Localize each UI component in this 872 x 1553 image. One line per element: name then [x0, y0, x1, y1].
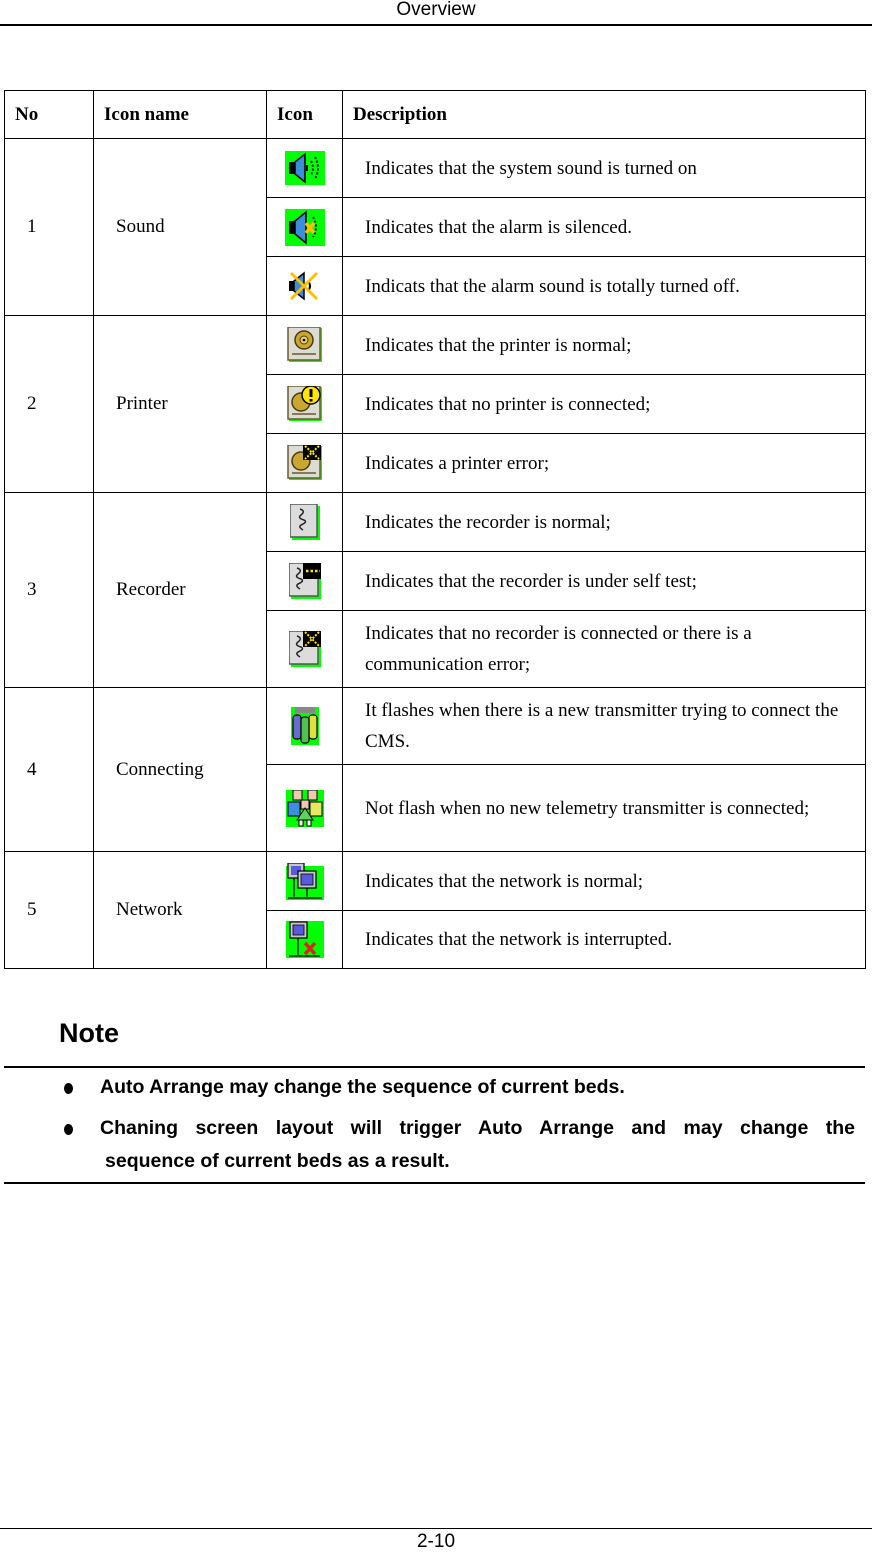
description: Indicates that the alarm is silenced.: [342, 197, 866, 257]
description: Indicates that the network is interrupte…: [342, 910, 866, 969]
printer-error-icon: [286, 445, 322, 480]
description: Indicates that the printer is normal;: [342, 315, 866, 375]
table-row: 1 Sound Indicates that the system sound …: [4, 138, 866, 316]
page-header-title: Overview: [396, 0, 476, 20]
note-box: Auto Arrange may change the sequence of …: [4, 1066, 865, 1184]
alarm-silenced-icon: [284, 208, 325, 246]
table-row: 4 Connecting It flashes when there is a …: [4, 687, 866, 852]
table-row: 2 Printer Indicates that the printer is …: [4, 315, 866, 493]
printer-normal-icon: [286, 327, 322, 362]
network-interrupted-icon: [285, 921, 324, 958]
description: It flashes when there is a new transmitt…: [342, 687, 866, 765]
description: Indicates a printer error;: [342, 433, 866, 493]
printer-not-connected-icon: [286, 386, 322, 421]
description: Indicates the recorder is normal;: [342, 492, 866, 552]
column-header-no: No: [4, 90, 94, 139]
row-number: 3: [4, 492, 94, 688]
row-number: 2: [4, 315, 94, 493]
icon-name: Network: [93, 851, 267, 969]
icon-name: Recorder: [93, 492, 267, 688]
column-header-icon-name: Icon name: [93, 90, 267, 139]
note-item: Chaning screen layout will trigger Auto …: [64, 1111, 855, 1145]
note-text: Chaning screen layout will trigger Auto …: [100, 1117, 855, 1139]
alarm-sound-off-icon: [288, 271, 318, 301]
table-row: 5 Network Indicates that the network is …: [4, 851, 866, 969]
row-number: 5: [4, 851, 94, 969]
page-number: 2-10: [416, 1531, 456, 1552]
status-icons-table: No Icon name Icon Description 1 Sound In…: [4, 90, 866, 969]
note-item: Auto Arrange may change the sequence of …: [64, 1070, 855, 1104]
note-title: Note: [59, 1018, 119, 1048]
column-header-icon: Icon: [266, 90, 343, 139]
recorder-self-test-icon: [288, 563, 321, 599]
bullet-icon: [64, 1083, 73, 1094]
icon-name: Printer: [93, 315, 267, 493]
description: Indicates that the system sound is turne…: [342, 138, 866, 198]
row-number: 1: [4, 138, 94, 316]
recorder-normal-icon: [289, 504, 320, 540]
sound-on-icon: [284, 151, 325, 185]
column-header-description: Description: [342, 90, 866, 139]
page-footer: 2-10: [0, 1528, 872, 1553]
icon-name: Sound: [93, 138, 267, 316]
description: Indicates that the recorder is under sel…: [342, 551, 866, 611]
table-row: 3 Recorder Indicates the recorder is nor…: [4, 492, 866, 688]
transmitter-connecting-icon: [290, 707, 319, 745]
row-number: 4: [4, 687, 94, 852]
recorder-error-icon: [288, 631, 321, 667]
description: Indicats that the alarm sound is totally…: [342, 256, 866, 316]
note-text: sequence of current beds as a result.: [105, 1150, 450, 1172]
description: Not flash when no new telemetry transmit…: [342, 764, 866, 852]
note-text: Auto Arrange may change the sequence of …: [100, 1076, 625, 1098]
description: Indicates that the network is normal;: [342, 851, 866, 911]
network-normal-icon: [285, 862, 324, 900]
icon-name: Connecting: [93, 687, 267, 852]
note-item-continuation: sequence of current beds as a result.: [105, 1144, 860, 1178]
table-header-row: No Icon name Icon Description: [4, 90, 866, 139]
bullet-icon: [64, 1124, 73, 1135]
description: Indicates that no recorder is connected …: [342, 610, 866, 688]
description: Indicates that no printer is connected;: [342, 374, 866, 434]
page-header: Overview: [0, 0, 872, 26]
transmitter-idle-icon: [285, 789, 324, 827]
